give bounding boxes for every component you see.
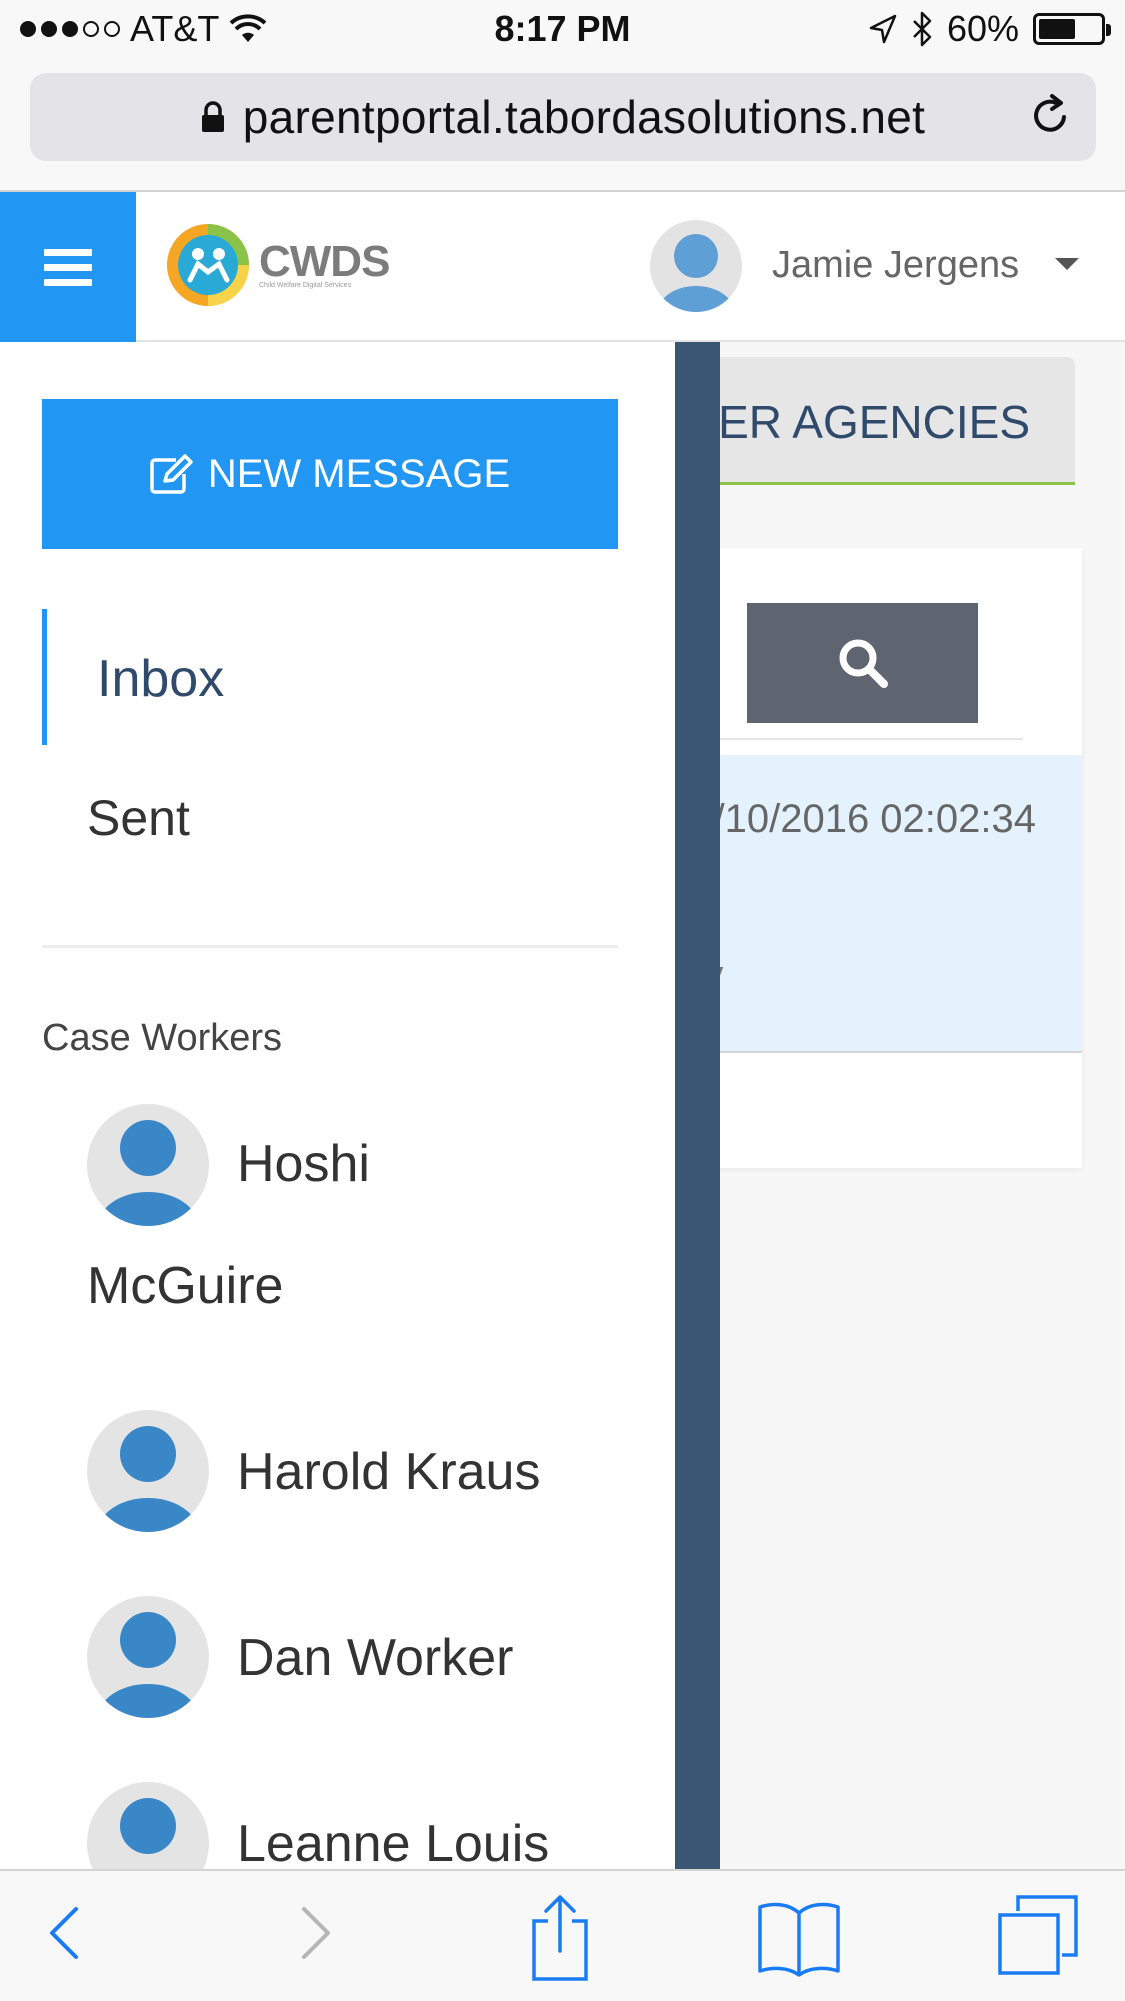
tabs-button[interactable]	[996, 1893, 1080, 1979]
drawer-edge	[675, 342, 720, 1869]
lock-icon	[201, 101, 224, 132]
url-text: parentportal.tabordasolutions.net	[242, 91, 926, 143]
case-worker-name: Dan Worker	[237, 1629, 514, 1687]
battery-percent: 60%	[946, 8, 1019, 49]
nav-item-sent[interactable]: Sent	[42, 749, 618, 879]
location-arrow-icon	[869, 14, 897, 44]
case-worker-item[interactable]: Hoshi McGuire	[87, 1104, 647, 1347]
new-message-button[interactable]: NEW MESSAGE	[42, 399, 618, 549]
card-divider	[690, 738, 1023, 740]
nav-item-inbox[interactable]: Inbox	[42, 609, 618, 745]
reload-icon[interactable]	[1028, 93, 1074, 139]
avatar-icon	[87, 1104, 209, 1226]
tabs-icon	[998, 1895, 1078, 1975]
address-bar[interactable]: parentportal.tabordasolutions.net	[30, 73, 1096, 161]
status-right: 60%	[869, 8, 1111, 50]
message-date: 6/10/2016 02:02:34	[691, 797, 1036, 841]
search-button[interactable]	[747, 603, 978, 723]
browser-chrome: parentportal.tabordasolutions.net	[0, 62, 1125, 192]
hamburger-menu-button[interactable]	[0, 192, 136, 342]
drawer-divider	[42, 945, 618, 948]
user-avatar-icon[interactable]	[650, 220, 742, 312]
side-drawer: NEW MESSAGE Inbox Sent Case Workers Hosh…	[0, 342, 675, 1869]
bluetooth-icon	[913, 11, 932, 47]
nav-item-label: Sent	[87, 790, 190, 846]
case-worker-name: Leanne Louis	[237, 1815, 550, 1869]
battery-icon	[1033, 13, 1111, 45]
forward-icon	[302, 1907, 330, 1959]
nav-item-label: Inbox	[97, 650, 225, 708]
logo-text: CWDS Child Welfare Digital Services	[259, 236, 390, 289]
bookmarks-icon	[758, 1902, 840, 1977]
case-worker-name: Harold Kraus	[237, 1443, 541, 1501]
logo-title: CWDS	[259, 236, 390, 286]
avatar-icon	[87, 1410, 209, 1532]
back-button[interactable]	[40, 1893, 90, 1973]
cwds-logo-icon	[167, 224, 249, 306]
avatar-icon	[87, 1782, 209, 1869]
forward-button[interactable]	[290, 1893, 340, 1973]
caret-down-icon[interactable]	[1055, 258, 1079, 270]
status-bar: AT&T 8:17 PM 60%	[0, 0, 1125, 62]
user-name-dropdown[interactable]: Jamie Jergens	[772, 244, 1019, 287]
back-icon	[50, 1907, 78, 1959]
compose-icon	[150, 454, 193, 494]
share-icon	[532, 1895, 588, 1981]
cwds-logo[interactable]: CWDS Child Welfare Digital Services	[165, 222, 390, 308]
app-header: CWDS Child Welfare Digital Services Jami…	[0, 192, 1125, 342]
avatar-icon	[87, 1596, 209, 1718]
share-button[interactable]	[520, 1893, 600, 1983]
section-title: Case Workers	[42, 1017, 283, 1059]
browser-toolbar	[0, 1869, 1125, 2001]
hamburger-menu-icon	[44, 249, 92, 286]
bookmarks-button[interactable]	[756, 1893, 842, 1979]
search-icon	[839, 639, 888, 688]
battery-level	[1039, 19, 1075, 39]
new-message-label: NEW MESSAGE	[207, 451, 511, 496]
